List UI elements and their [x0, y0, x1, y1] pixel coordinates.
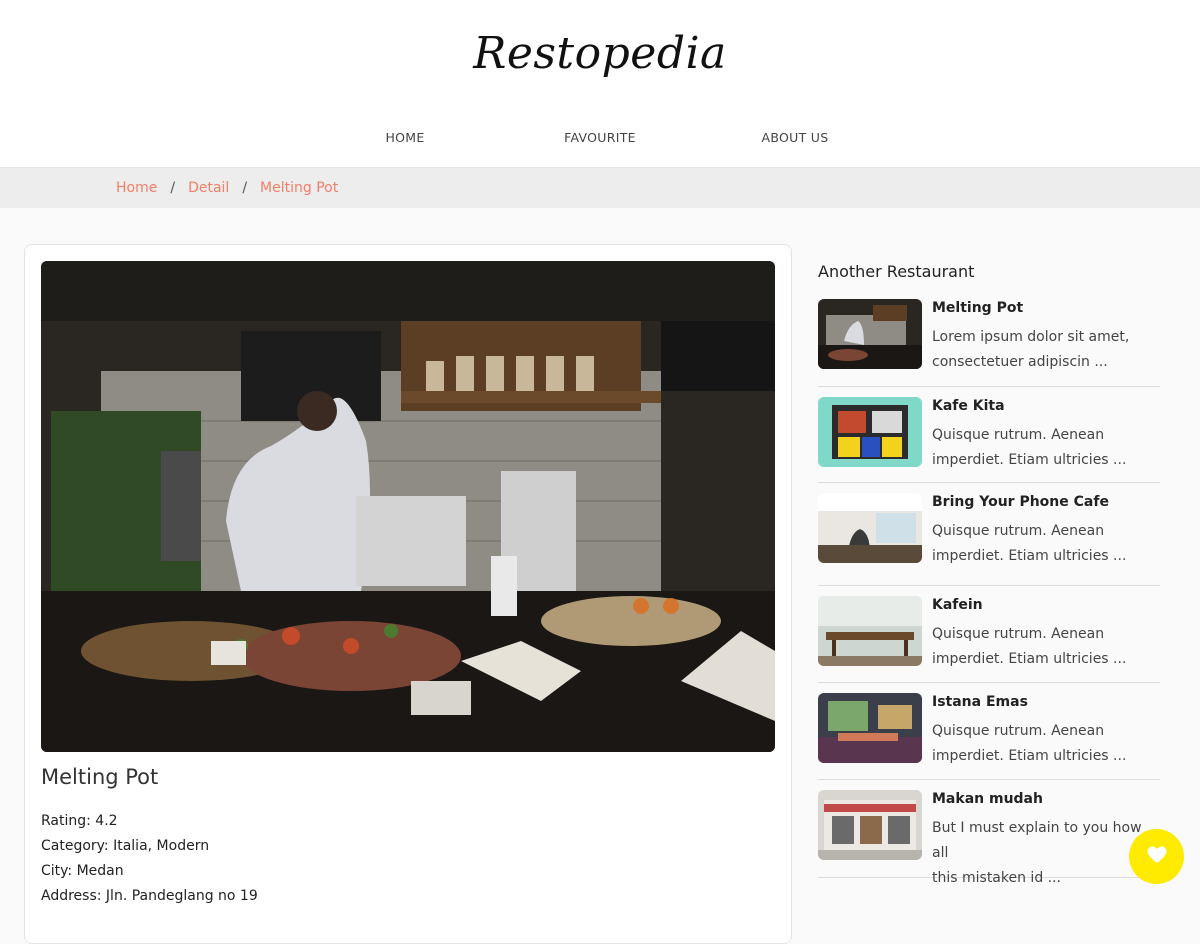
- restaurant-info: Rating: 4.2 Category: Italia, Modern Cit…: [41, 809, 258, 909]
- main-nav: HOME FAVOURITE ABOUT US: [0, 130, 1200, 152]
- breadcrumb: Home / Detail / Melting Pot: [0, 168, 1200, 208]
- restaurant-city: City: Medan: [41, 863, 124, 879]
- sidebar-item-description: Quisque rutrum. Aenean imperdiet. Etiam u…: [932, 523, 1127, 564]
- heart-icon: [1147, 846, 1167, 867]
- restaurant-address: Address: Jln. Pandeglang no 19: [41, 888, 258, 904]
- sidebar-item-description: Quisque rutrum. Aenean imperdiet. Etiam u…: [932, 723, 1127, 764]
- restaurant-thumbnail: [818, 397, 922, 467]
- breadcrumb-home[interactable]: Home: [116, 180, 157, 196]
- breadcrumb-separator: /: [170, 180, 176, 196]
- sidebar-item-title: Kafein: [932, 597, 983, 613]
- restaurant-thumbnail: [818, 299, 922, 369]
- nav-favourite[interactable]: FAVOURITE: [564, 130, 636, 145]
- restaurant-thumbnail: [818, 596, 922, 666]
- sidebar-item-kafe-kita[interactable]: Kafe Kita Quisque rutrum. Aenean imperdie…: [818, 397, 1160, 483]
- breadcrumb-separator: /: [242, 180, 248, 196]
- sidebar-item-istana-emas[interactable]: Istana Emas Quisque rutrum. Aenean imperd…: [818, 693, 1160, 780]
- sidebar-item-makan-mudah[interactable]: Makan mudah But I must explain to you ho…: [818, 790, 1160, 886]
- sidebar-item-title: Bring Your Phone Cafe: [932, 494, 1109, 510]
- another-restaurant-sidebar: Another Restaurant Melting Pot Lorem ips…: [818, 262, 1160, 886]
- restaurant-thumbnail: [818, 790, 922, 860]
- sidebar-item-bring-your-phone-cafe[interactable]: Bring Your Phone Cafe Quisque rutrum. Ae…: [818, 493, 1160, 586]
- sidebar-item-description: But I must explain to you how all this mi…: [932, 820, 1142, 886]
- restaurant-category: Category: Italia, Modern: [41, 838, 210, 854]
- nav-about-us[interactable]: ABOUT US: [762, 130, 829, 145]
- nav-home[interactable]: HOME: [385, 130, 424, 145]
- site-header: Restopedia HOME FAVOURITE ABOUT US: [0, 0, 1200, 168]
- breadcrumb-current[interactable]: Melting Pot: [260, 180, 338, 196]
- sidebar-item-description: Quisque rutrum. Aenean imperdiet. Etiam u…: [932, 427, 1127, 468]
- restaurant-name: Melting Pot: [41, 765, 159, 789]
- sidebar-item-description: Quisque rutrum. Aenean imperdiet. Etiam u…: [932, 626, 1127, 667]
- logo[interactable]: Restopedia: [0, 28, 1200, 79]
- sidebar-item-melting-pot[interactable]: Melting Pot Lorem ipsum dolor sit amet, c…: [818, 299, 1160, 387]
- sidebar-item-kafein[interactable]: Kafein Quisque rutrum. Aenean imperdiet. …: [818, 596, 1160, 683]
- restaurant-thumbnail: [818, 493, 922, 563]
- sidebar-item-title: Makan mudah: [932, 791, 1043, 807]
- breadcrumb-detail[interactable]: Detail: [188, 180, 229, 196]
- restaurant-detail-card: Melting Pot Rating: 4.2 Category: Italia…: [24, 244, 792, 944]
- restaurant-rating: Rating: 4.2: [41, 813, 118, 829]
- restaurant-hero-image: [41, 261, 775, 752]
- favorite-button[interactable]: [1129, 829, 1184, 884]
- sidebar-item-title: Kafe Kita: [932, 398, 1005, 414]
- sidebar-item-title: Istana Emas: [932, 694, 1028, 710]
- restaurant-thumbnail: [818, 693, 922, 763]
- sidebar-item-title: Melting Pot: [932, 300, 1024, 316]
- sidebar-title: Another Restaurant: [818, 262, 975, 281]
- sidebar-item-description: Lorem ipsum dolor sit amet, consectetuer …: [932, 329, 1130, 370]
